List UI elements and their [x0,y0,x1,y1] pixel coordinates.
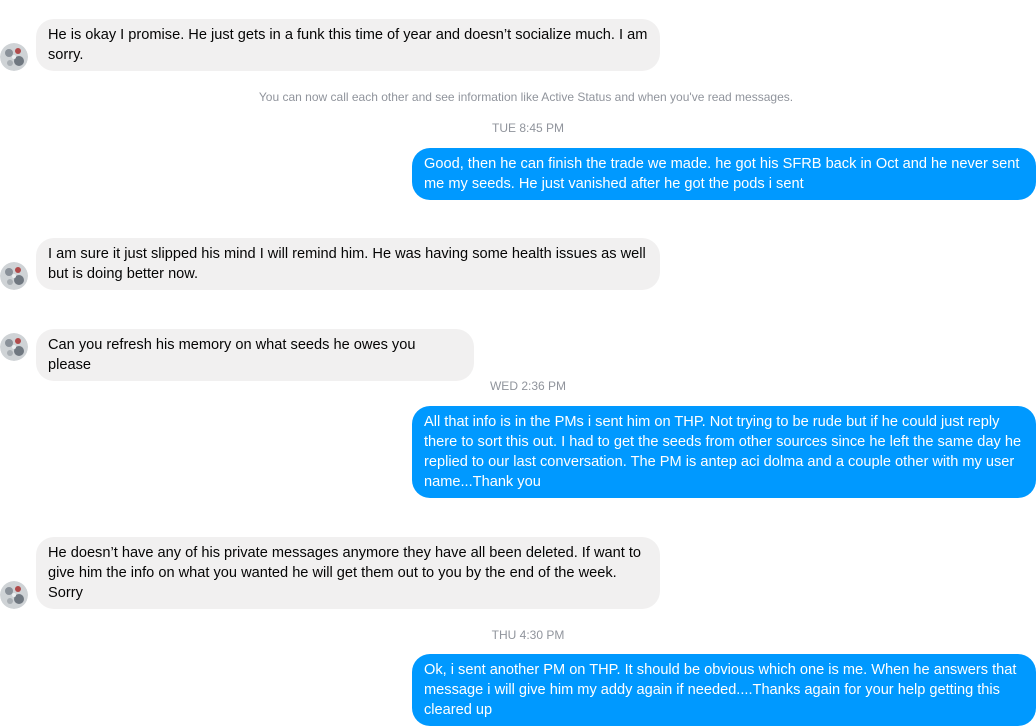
message-bubble-outgoing[interactable]: All that info is in the PMs i sent him o… [412,406,1036,498]
contact-avatar-icon[interactable] [0,581,28,609]
message-bubble-incoming[interactable]: I am sure it just slipped his mind I wil… [36,238,660,290]
contact-avatar-icon[interactable] [0,262,28,290]
timestamp: THU 4:30 PM [491,628,565,642]
contact-avatar-icon[interactable] [0,43,28,71]
contact-avatar-icon[interactable] [0,333,28,361]
conversation-thread: He is okay I promise. He just gets in a … [0,0,1036,728]
message-bubble-incoming[interactable]: He is okay I promise. He just gets in a … [36,19,660,71]
message-bubble-incoming[interactable]: Can you refresh his memory on what seeds… [36,329,474,381]
message-bubble-outgoing[interactable]: Good, then he can finish the trade we ma… [412,148,1036,200]
system-notice: You can now call each other and see info… [258,90,794,104]
timestamp: WED 2:36 PM [489,379,567,393]
timestamp: TUE 8:45 PM [491,121,565,135]
message-bubble-incoming[interactable]: He doesn’t have any of his private messa… [36,537,660,609]
message-bubble-outgoing[interactable]: Ok, i sent another PM on THP. It should … [412,654,1036,726]
